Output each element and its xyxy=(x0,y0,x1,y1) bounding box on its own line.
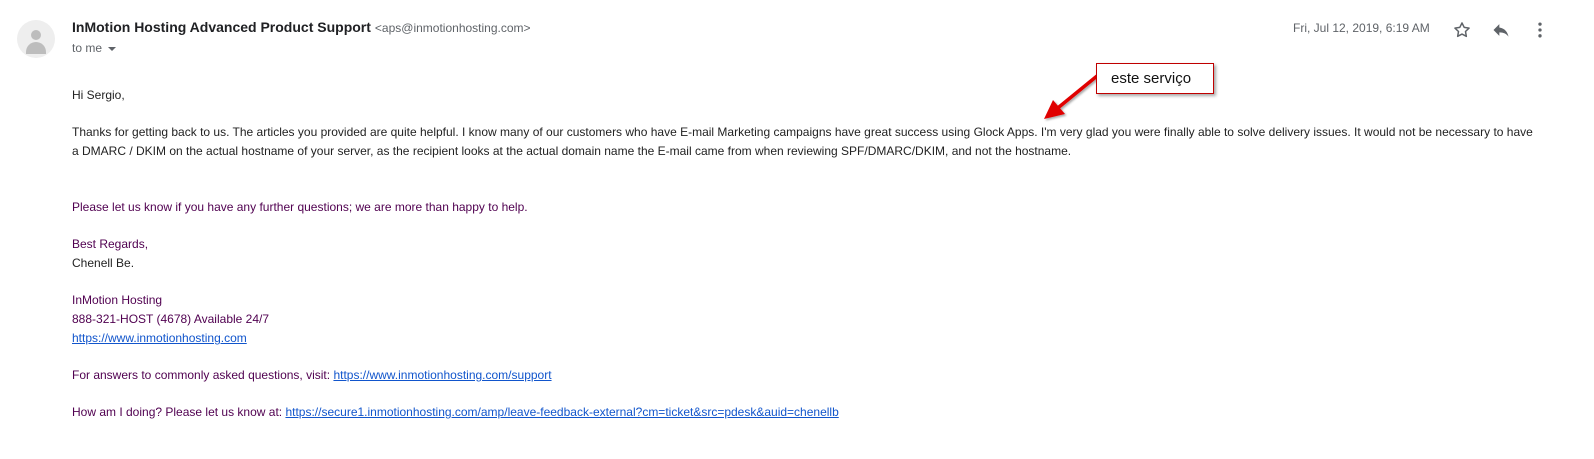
website-link[interactable]: https://www.inmotionhosting.com xyxy=(72,331,247,345)
email-body: Hi Sergio, Thanks for getting back to us… xyxy=(72,86,1542,422)
company-phone: 888-321-HOST (4678) Available 24/7 xyxy=(72,312,270,326)
more-vert-icon[interactable] xyxy=(1530,20,1550,40)
sender-email: <aps@inmotionhosting.com> xyxy=(374,21,531,35)
body-paragraph-2: Please let us know if you have any furth… xyxy=(72,200,528,214)
feedback-link[interactable]: https://secure1.inmotionhosting.com/amp/… xyxy=(285,405,838,419)
feedback-prefix: How am I doing? Please let us know at: xyxy=(72,405,286,419)
star-icon[interactable] xyxy=(1452,20,1472,40)
closing: Best Regards, xyxy=(72,237,149,251)
recipient-label: to me xyxy=(72,41,103,55)
sender-name[interactable]: InMotion Hosting Advanced Product Suppor… xyxy=(72,19,371,35)
sender-line: InMotion Hosting Advanced Product Suppor… xyxy=(72,19,531,35)
recipient-line[interactable]: to me xyxy=(72,41,117,55)
faq-line: For answers to commonly asked questions,… xyxy=(72,366,1542,385)
faq-prefix: For answers to commonly asked questions,… xyxy=(72,368,334,382)
sender-avatar[interactable] xyxy=(17,20,55,58)
greeting: Hi Sergio, xyxy=(72,88,125,102)
signature-name: Chenell Be. xyxy=(72,256,135,270)
company-name: InMotion Hosting xyxy=(72,293,163,307)
annotation-callout: este serviço xyxy=(1096,63,1214,94)
email-date: Fri, Jul 12, 2019, 6:19 AM xyxy=(1293,21,1430,35)
avatar-body-shape xyxy=(26,42,46,54)
chevron-down-icon[interactable] xyxy=(108,46,117,51)
faq-link[interactable]: https://www.inmotionhosting.com/support xyxy=(333,368,551,382)
feedback-line: How am I doing? Please let us know at: h… xyxy=(72,403,1542,422)
reply-icon[interactable] xyxy=(1491,20,1511,40)
avatar-head-shape xyxy=(31,30,41,40)
body-paragraph-1: Thanks for getting back to us. The artic… xyxy=(72,125,1533,158)
